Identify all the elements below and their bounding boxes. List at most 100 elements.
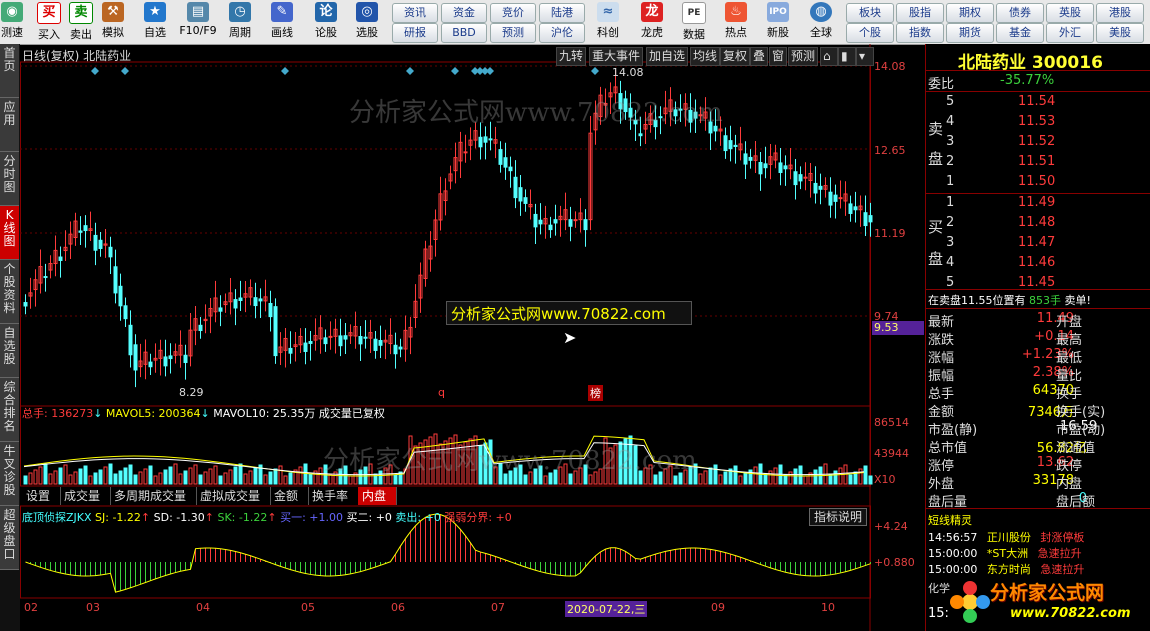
data-button[interactable]: PE 数据 (678, 2, 710, 42)
kechuang-button[interactable]: ≈ 科创 (592, 2, 624, 42)
sell-button[interactable]: 卖 卖出 (68, 2, 94, 42)
f10-button[interactable]: ▤ F10/F9 (178, 2, 218, 42)
ipo-button[interactable]: IPO 新股 (762, 2, 794, 42)
overlay-button[interactable]: 叠 (750, 47, 769, 66)
globe-button[interactable]: ◍ 全球 (804, 2, 838, 42)
candle-body (238, 297, 243, 302)
left-tab-apps[interactable]: 应用 (0, 98, 19, 152)
pill-news[interactable]: 资讯 (392, 3, 438, 23)
volume-bar (268, 471, 273, 485)
pill-sector[interactable]: 板块 (846, 3, 894, 23)
buy-level-3[interactable]: 3 11.47 (946, 235, 1055, 250)
tab-amount[interactable]: 金额 (270, 487, 309, 505)
candle-body (583, 219, 588, 231)
simulate-button[interactable]: ⚒ 模拟 (100, 2, 126, 42)
buy-level-4[interactable]: 4 11.46 (946, 255, 1055, 270)
sell-level-4[interactable]: 4 11.53 (946, 114, 1055, 129)
left-tab-watchlist[interactable]: 自选股 (0, 324, 19, 378)
left-tab-intraday[interactable]: 分时图 (0, 152, 19, 206)
pill-bbd[interactable]: BBD (441, 23, 487, 43)
tab-volume[interactable]: 成交量 (60, 487, 111, 505)
adjust-button[interactable]: 复权 (720, 47, 751, 66)
favorites-button[interactable]: ★ 自选 (138, 2, 172, 42)
major-events-button[interactable]: 重大事件 (589, 47, 644, 66)
pill-futures[interactable]: 期货 (946, 23, 994, 43)
volume-bar (773, 467, 778, 485)
buy-level-2[interactable]: 2 11.48 (946, 215, 1055, 230)
pill-hk-stocks[interactable]: 港股 (1096, 3, 1144, 23)
forecast-button[interactable]: 预测 (788, 47, 819, 66)
pill-hk-connect[interactable]: 陆港 (539, 3, 585, 23)
buy-level-5[interactable]: 5 11.45 (946, 275, 1055, 290)
discuss-button[interactable]: 论 论股 (310, 2, 342, 42)
dragon-tiger-button[interactable]: 龙 龙虎 (636, 2, 668, 42)
volume-header: 总手: 136273↓ MAVOL5: 200364↓ MAVOL10: 25.… (22, 407, 385, 420)
tab-virtual-volume[interactable]: 虚拟成交量 (196, 487, 271, 505)
pill-research[interactable]: 研报 (392, 23, 438, 43)
pill-auction[interactable]: 竞价 (490, 3, 536, 23)
add-watchlist-button[interactable]: 加自选 (646, 47, 689, 66)
period-button[interactable]: ◷ 周期 (224, 2, 256, 42)
sell-level-3[interactable]: 3 11.52 (946, 134, 1055, 149)
news-item[interactable]: 14:56:57 正川股份 封涨停板 (928, 529, 1084, 545)
tab-settings[interactable]: 设置 (22, 487, 61, 505)
pill-index-futures[interactable]: 股指 (896, 3, 944, 23)
volume-total: 总手: 136273 (22, 407, 94, 420)
pill-us-stocks[interactable]: 美股 (1096, 23, 1144, 43)
nine-turn-button[interactable]: 九转 (556, 47, 587, 66)
event-diamond-icon (451, 67, 459, 75)
news-time: 14:56:57 (928, 531, 978, 544)
volume-bar (48, 473, 53, 485)
expand-icon[interactable]: ▮ (838, 47, 856, 66)
tab-turnover[interactable]: 换手率 (308, 487, 359, 505)
left-tab-kline[interactable]: K线图 (0, 206, 19, 260)
sell-price: 11.52 (1018, 134, 1056, 149)
left-tab-home[interactable]: 首页 (0, 44, 19, 98)
volume-label-1: 86514 (874, 416, 909, 429)
sell-level-5[interactable]: 5 11.54 (946, 94, 1055, 109)
ipo-label: 新股 (767, 26, 789, 39)
buy-button[interactable]: 买 买入 (36, 2, 62, 42)
month-label-02: 02 (24, 601, 38, 614)
left-tab-level2[interactable]: 超级盘口 (0, 506, 19, 570)
moving-average-button[interactable]: 均线 (690, 47, 721, 66)
stat-label-2: 市盈(动) (1056, 423, 1106, 438)
speed-test-button[interactable]: ◉ 测速 (0, 2, 24, 42)
buy-level-1[interactable]: 1 11.49 (946, 195, 1055, 210)
candle-body (573, 219, 578, 222)
kline-chart[interactable] (20, 44, 925, 631)
pill-options[interactable]: 期权 (946, 3, 994, 23)
news-item[interactable]: 15:00:00 *ST大洲 急速拉升 (928, 545, 1082, 561)
left-tab-diagnosis[interactable]: 牛叉诊股 (0, 442, 19, 506)
pill-bonds[interactable]: 债券 (996, 3, 1044, 23)
lock-icon[interactable]: ⌂ (820, 47, 838, 66)
volume-bar (178, 473, 183, 485)
indicator-explain-button[interactable]: 指标说明 (809, 508, 868, 526)
tab-inner[interactable]: 内盘 (358, 487, 397, 505)
draw-line-button[interactable]: ✎ 画线 (266, 2, 298, 42)
candle-body (183, 354, 188, 364)
menu-dropdown-icon[interactable]: ▾ (856, 47, 874, 66)
pick-stock-button[interactable]: ◎ 选股 (350, 2, 384, 42)
high-price-marker: 14.08 (612, 66, 644, 79)
candle-body (463, 151, 468, 154)
window-button[interactable]: 窗 (769, 47, 788, 66)
sell-level-num: 4 (946, 114, 955, 129)
left-tab-ranking[interactable]: 综合排名 (0, 378, 19, 442)
volume-bar (88, 475, 93, 485)
pill-forecast[interactable]: 预测 (490, 23, 536, 43)
pill-forex[interactable]: 外汇 (1046, 23, 1094, 43)
pill-index[interactable]: 指数 (896, 23, 944, 43)
volume-bar (833, 470, 838, 485)
pill-funds-2[interactable]: 基金 (996, 23, 1044, 43)
candle-body (198, 324, 203, 332)
left-tab-profile[interactable]: 个股资料 (0, 260, 19, 324)
hotspot-button[interactable]: ♨ 热点 (720, 2, 752, 42)
pill-funds[interactable]: 资金 (441, 3, 487, 23)
sell-level-2[interactable]: 2 11.51 (946, 154, 1055, 169)
pill-shanghai-london[interactable]: 沪伦 (539, 23, 585, 43)
tab-multi-period-volume[interactable]: 多周期成交量 (110, 487, 197, 505)
sell-level-1[interactable]: 1 11.50 (946, 174, 1055, 189)
pill-uk-stocks[interactable]: 英股 (1046, 3, 1094, 23)
pill-stock[interactable]: 个股 (846, 23, 894, 43)
